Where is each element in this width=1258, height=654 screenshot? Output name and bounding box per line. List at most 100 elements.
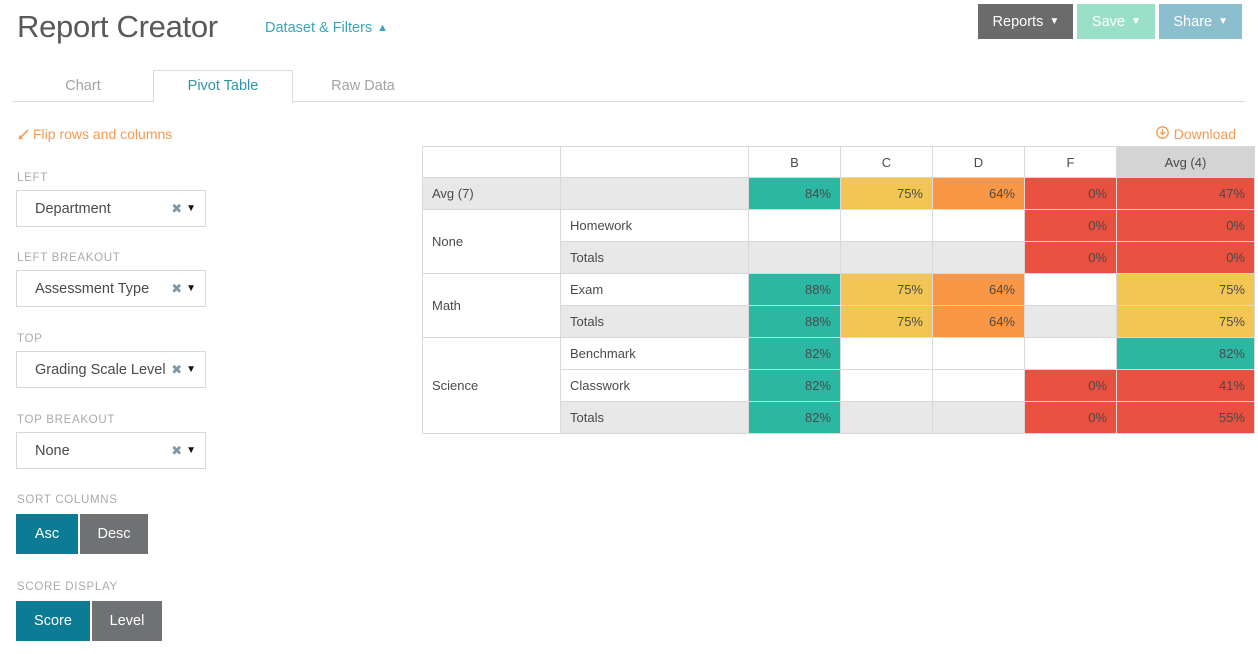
cell-science-classwork-b: 82% — [748, 369, 841, 402]
sort-desc-button[interactable]: Desc — [80, 514, 148, 554]
pivot-table-container: B C D F Avg (4) Avg (7) 84% 75% 64% 0% 4… — [422, 146, 1255, 434]
save-button-label: Save — [1091, 13, 1125, 30]
chevron-down-icon: ▼ — [1130, 16, 1141, 27]
cell-science-classwork-avg: 41% — [1116, 369, 1255, 402]
cell-math-exam-d: 64% — [932, 273, 1025, 306]
select-left[interactable]: Department ✖ ▼ — [16, 190, 206, 227]
field-label-left: LEFT — [17, 172, 48, 184]
cell-science-benchmark-c — [840, 337, 933, 370]
sort-asc-button[interactable]: Asc — [16, 514, 78, 554]
cell-science-benchmark-b: 82% — [748, 337, 841, 370]
cell-math-exam-b: 88% — [748, 273, 841, 306]
select-left-value: Department — [35, 200, 111, 217]
dataset-and-filters-link[interactable]: Dataset & Filters ▲ — [265, 20, 388, 36]
save-button[interactable]: Save ▼ — [1077, 4, 1156, 39]
column-header-c[interactable]: C — [840, 146, 933, 178]
cell-science-classwork-c — [840, 369, 933, 402]
row-sub-science-classwork: Classwork — [560, 369, 749, 402]
select-top-breakout-value: None — [35, 442, 70, 459]
cell-science-benchmark-f — [1024, 337, 1117, 370]
cell-none-totals-avg: 0% — [1116, 241, 1255, 274]
share-button[interactable]: Share ▼ — [1159, 4, 1242, 39]
download-label: Download — [1173, 126, 1236, 142]
flip-link-label: Flip rows and columns — [33, 126, 173, 142]
field-label-left-breakout: LEFT BREAKOUT — [17, 252, 121, 264]
tab-chart[interactable]: Chart — [13, 70, 153, 103]
cell-science-benchmark-avg: 82% — [1116, 337, 1255, 370]
table-row: Math Exam 88% 75% 64% 75% — [422, 273, 1255, 338]
clear-x-icon[interactable]: ✖ — [171, 201, 186, 217]
reports-button-label: Reports — [992, 13, 1044, 30]
caret-down-icon[interactable]: ▼ — [186, 364, 205, 375]
table-row: Science Benchmark 82% 82% — [422, 337, 1255, 434]
column-header-d[interactable]: D — [932, 146, 1025, 178]
tab-pivot-table[interactable]: Pivot Table — [153, 70, 293, 103]
cell-none-totals-b — [748, 241, 841, 274]
cell-science-totals-d — [932, 401, 1025, 434]
cell-avg7-f: 0% — [1024, 177, 1117, 210]
header-actions: Reports ▼ Save ▼ Share ▼ — [978, 4, 1242, 39]
clear-x-icon[interactable]: ✖ — [171, 281, 186, 297]
pivot-table: B C D F Avg (4) Avg (7) 84% 75% 64% 0% 4… — [422, 146, 1255, 434]
caret-down-icon[interactable]: ▼ — [186, 445, 205, 456]
row-header-corner-2 — [560, 146, 749, 178]
table-header-row: B C D F Avg (4) — [422, 146, 1255, 178]
chevron-up-icon: ▲ — [377, 22, 389, 34]
row-sub-science-totals: Totals — [560, 401, 749, 434]
tab-raw-data[interactable]: Raw Data — [293, 70, 433, 103]
cell-math-exam-avg: 75% — [1116, 273, 1255, 306]
cell-math-totals-f — [1024, 305, 1117, 338]
pivot-table-head: B C D F Avg (4) — [422, 146, 1255, 178]
download-link[interactable]: Download — [1155, 126, 1236, 142]
select-left-breakout[interactable]: Assessment Type ✖ ▼ — [16, 270, 206, 307]
clear-x-icon[interactable]: ✖ — [171, 443, 186, 459]
flip-rows-and-columns-link[interactable]: Flip rows and columns — [17, 126, 172, 142]
cell-math-exam-f — [1024, 273, 1117, 306]
reports-button[interactable]: Reports ▼ — [978, 4, 1074, 39]
pivot-table-body: Avg (7) 84% 75% 64% 0% 47% None Homework… — [422, 177, 1255, 434]
cell-none-totals-f: 0% — [1024, 241, 1117, 274]
cell-none-totals-d — [932, 241, 1025, 274]
caret-down-icon[interactable]: ▼ — [186, 203, 205, 214]
column-header-f[interactable]: F — [1024, 146, 1117, 178]
app-header: Report Creator Dataset & Filters ▲ Report… — [0, 0, 1258, 60]
share-button-label: Share — [1173, 13, 1213, 30]
cell-avg7-c: 75% — [840, 177, 933, 210]
field-label-score-display: SCORE DISPLAY — [17, 581, 118, 593]
cell-math-totals-b: 88% — [748, 305, 841, 338]
cell-science-classwork-d — [932, 369, 1025, 402]
view-tabs: Chart Pivot Table Raw Data — [13, 70, 433, 103]
caret-down-icon[interactable]: ▼ — [186, 283, 205, 294]
cell-none-homework-d — [932, 209, 1025, 242]
cell-science-benchmark-d — [932, 337, 1025, 370]
clear-x-icon[interactable]: ✖ — [171, 362, 186, 378]
cell-avg7-b: 84% — [748, 177, 841, 210]
cell-none-homework-avg: 0% — [1116, 209, 1255, 242]
cell-avg7-d: 64% — [932, 177, 1025, 210]
cell-science-classwork-f: 0% — [1024, 369, 1117, 402]
column-header-b[interactable]: B — [748, 146, 841, 178]
score-display-level-button[interactable]: Level — [92, 601, 162, 641]
cell-none-homework-f: 0% — [1024, 209, 1117, 242]
download-circle-icon — [1155, 126, 1169, 142]
chevron-down-icon: ▼ — [1049, 16, 1060, 27]
row-group-none: None — [422, 209, 561, 274]
cell-math-totals-avg: 75% — [1116, 305, 1255, 338]
row-sub-avg7 — [560, 177, 749, 210]
table-row: None Homework 0% 0% — [422, 209, 1255, 274]
row-sub-none-homework: Homework — [560, 209, 749, 242]
field-label-sort-columns: SORT COLUMNS — [17, 494, 118, 506]
select-top[interactable]: Grading Scale Level ✖ ▼ — [16, 351, 206, 388]
row-header-corner-1 — [422, 146, 561, 178]
report-creator-page: Report Creator Dataset & Filters ▲ Report… — [0, 0, 1258, 654]
dataset-and-filters-label: Dataset & Filters — [265, 20, 373, 36]
score-display-score-button[interactable]: Score — [16, 601, 90, 641]
cell-math-totals-d: 64% — [932, 305, 1025, 338]
sort-columns-toggle: Asc Desc — [16, 514, 148, 554]
select-top-breakout[interactable]: None ✖ ▼ — [16, 432, 206, 469]
row-group-math: Math — [422, 273, 561, 338]
column-header-avg[interactable]: Avg (4) — [1116, 146, 1255, 178]
cell-avg7-avg: 47% — [1116, 177, 1255, 210]
cell-none-homework-b — [748, 209, 841, 242]
cell-none-homework-c — [840, 209, 933, 242]
